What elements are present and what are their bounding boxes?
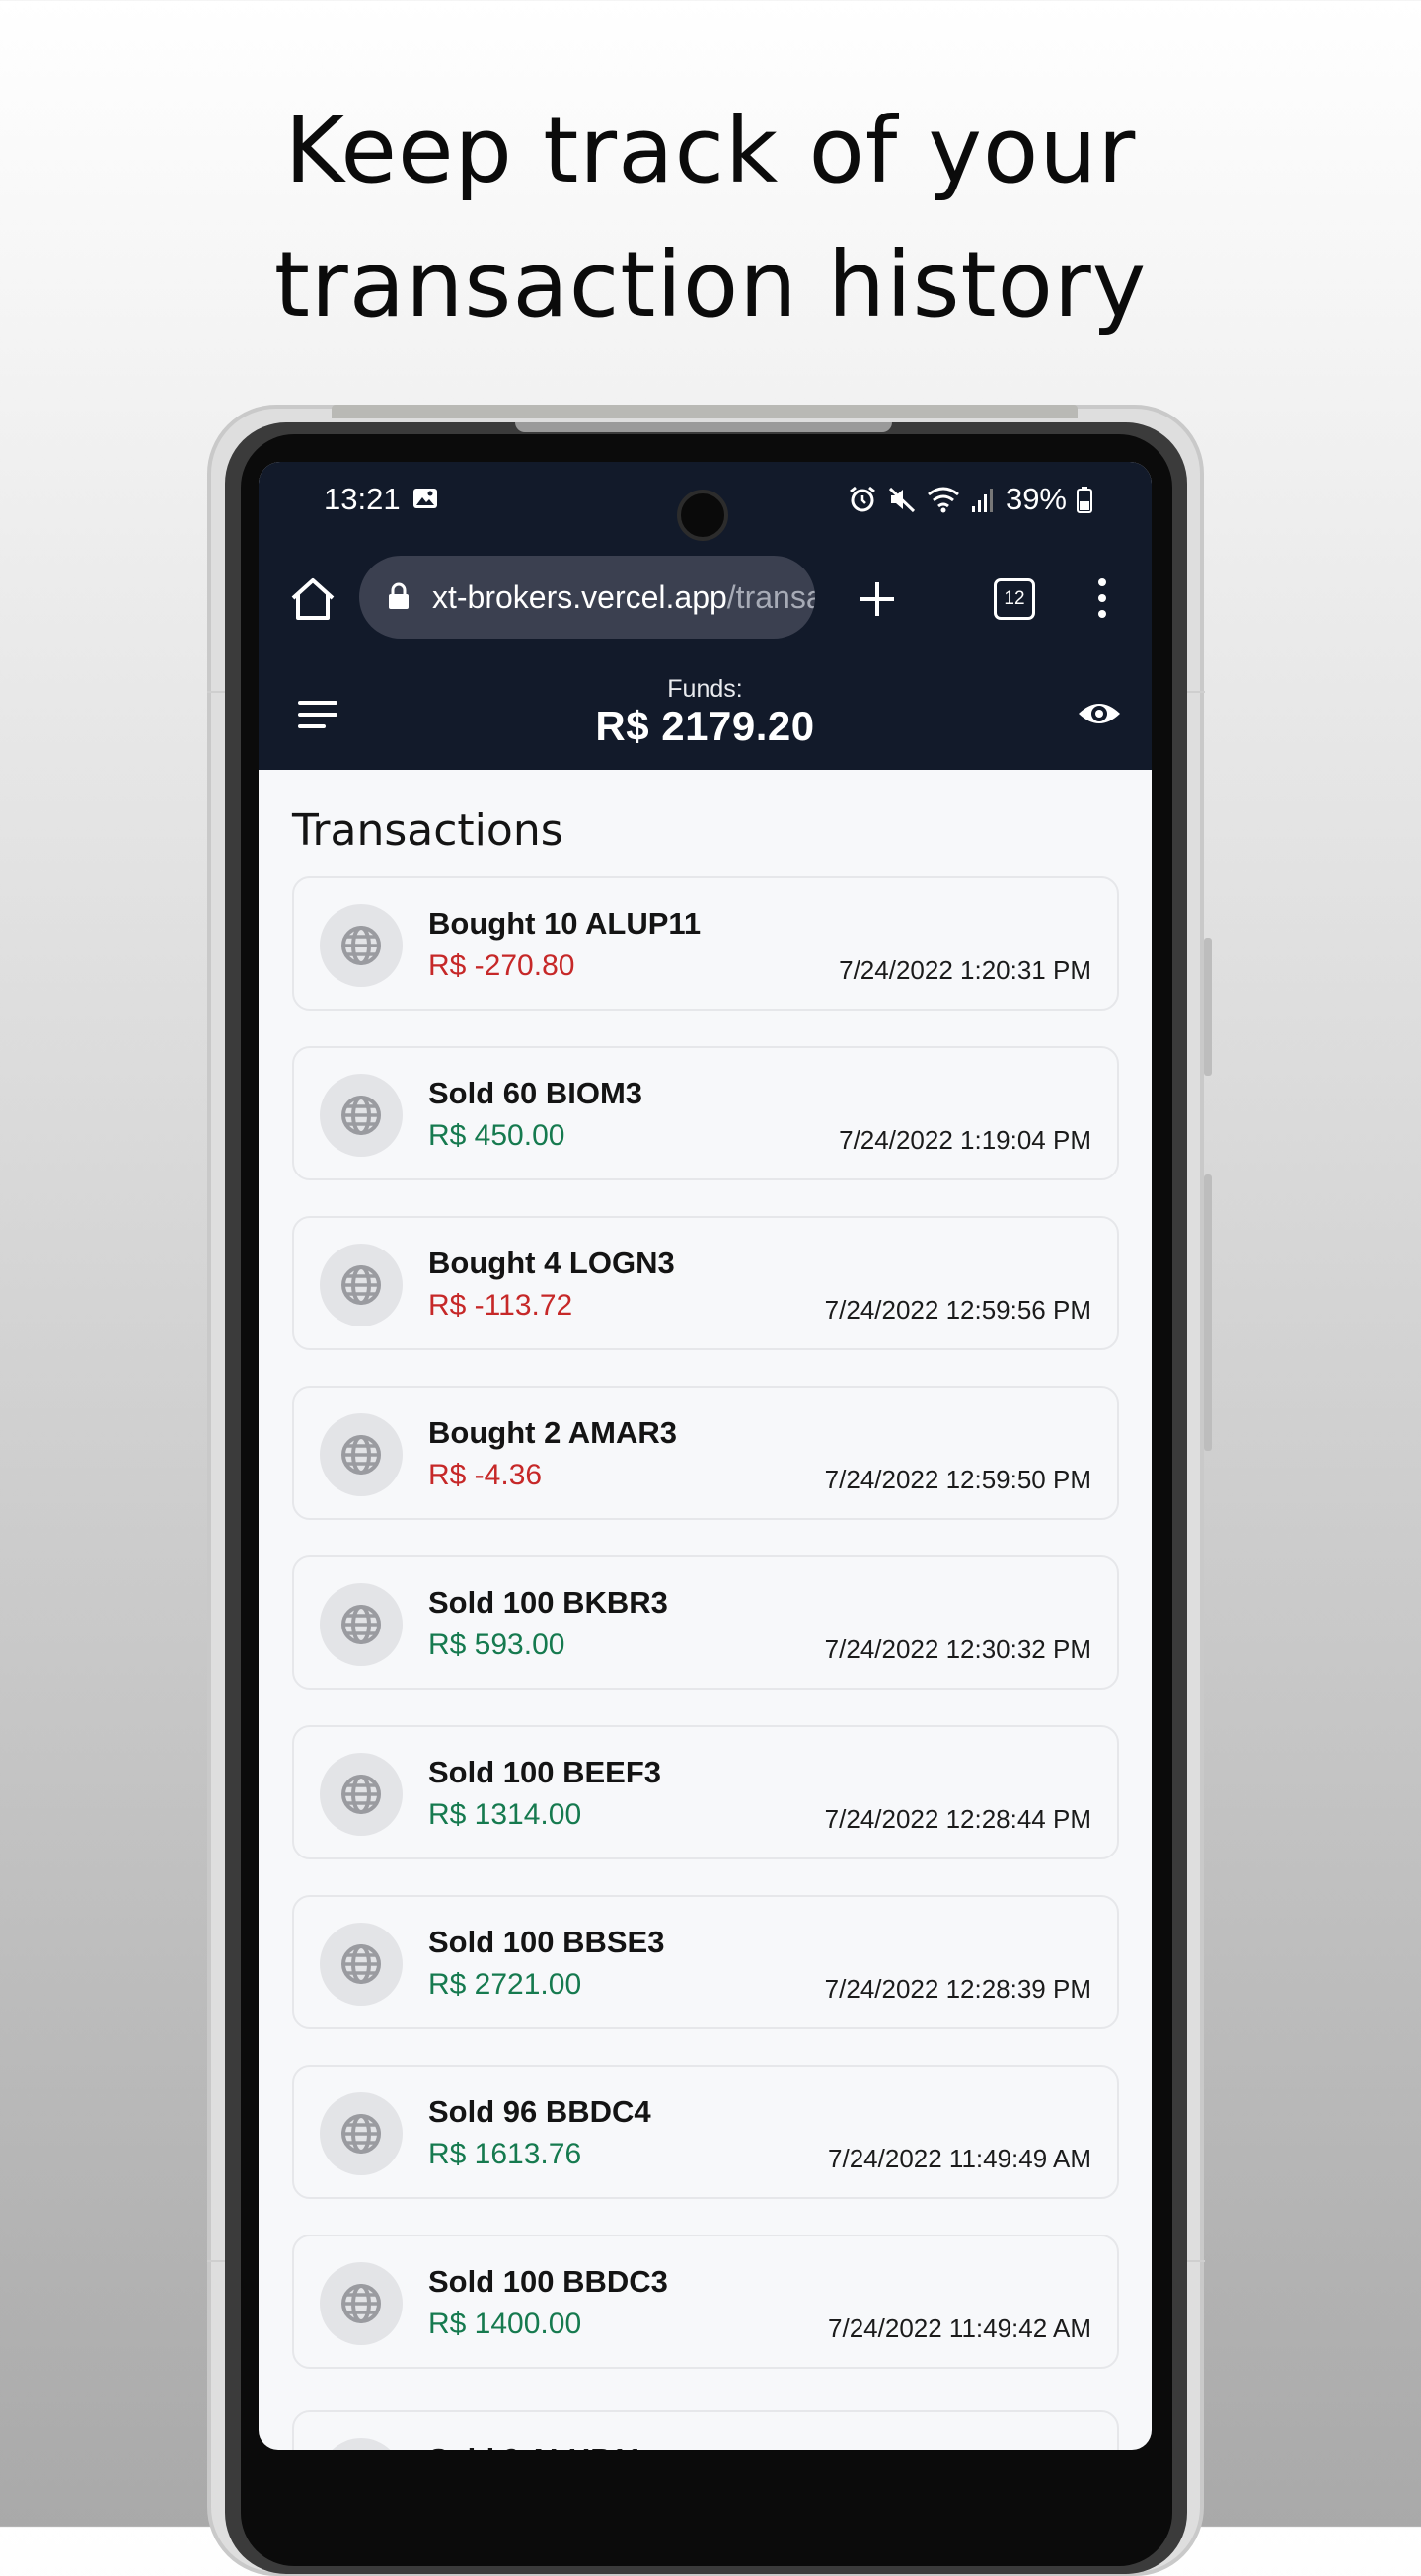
list-item-partial[interactable]: Sold 9 ALUP11	[292, 2410, 1119, 2450]
transaction-amount: R$ -270.80	[428, 949, 575, 982]
transaction-avatar	[320, 1244, 403, 1326]
headline-line-2: transaction history	[273, 232, 1148, 338]
tab-switcher-button[interactable]: 12	[994, 578, 1035, 620]
transaction-title: Sold 100 BEEF3	[428, 1755, 662, 1789]
transaction-card[interactable]: Sold 60 BIOM3 R$ 450.00 7/24/2022 1:19:0…	[292, 1046, 1119, 1180]
phone-screen: 13:21 39% xt-brokers.vercel.app/transa 1…	[259, 462, 1152, 2450]
transaction-card[interactable]: Sold 100 BKBR3 R$ 593.00 7/24/2022 12:30…	[292, 1555, 1119, 1690]
transaction-title: Sold 60 BIOM3	[428, 1076, 643, 1110]
globe-icon	[341, 1265, 381, 1305]
status-time: 13:21	[324, 482, 401, 516]
url-host: xt-brokers.vercel.app	[432, 579, 727, 615]
transaction-avatar	[320, 1074, 403, 1157]
address-bar[interactable]: xt-brokers.vercel.app/transa	[359, 556, 815, 639]
plus-icon[interactable]	[851, 572, 904, 626]
transaction-date: 7/24/2022 12:59:50 PM	[824, 1465, 1091, 1494]
transaction-title: Bought 2 AMAR3	[428, 1415, 677, 1450]
battery-percent: 39%	[1005, 482, 1067, 516]
frame-seam	[1187, 691, 1205, 693]
transaction-amount: R$ 1613.76	[428, 2138, 582, 2170]
transaction-amount: R$ 1400.00	[428, 2308, 582, 2340]
globe-icon	[341, 2114, 381, 2154]
transaction-avatar	[320, 904, 403, 987]
transaction-title: Sold 96 BBDC4	[428, 2094, 651, 2129]
mute-icon	[888, 487, 915, 513]
image-notification-icon	[413, 489, 437, 508]
transaction-amount: R$ 450.00	[428, 1119, 565, 1152]
transaction-date: 7/24/2022 1:19:04 PM	[839, 1125, 1091, 1155]
page-title: Transactions	[292, 805, 563, 856]
frame-seam	[207, 691, 225, 693]
funds-label: Funds:	[667, 675, 743, 703]
status-icons: 39%	[848, 482, 1092, 517]
transaction-date: 7/24/2022 11:49:42 AM	[828, 2313, 1091, 2343]
phone-earpiece	[515, 422, 892, 432]
transaction-amount: R$ 2721.00	[428, 1968, 582, 2001]
frame-seam	[1187, 2260, 1205, 2262]
transaction-avatar	[320, 2262, 403, 2345]
transaction-title: Bought 4 LOGN3	[428, 1246, 675, 1280]
transaction-title: Sold 100 BBSE3	[428, 1925, 665, 1959]
transaction-date: 7/24/2022 12:28:39 PM	[824, 1974, 1091, 2004]
home-icon[interactable]	[284, 572, 341, 626]
transaction-avatar	[320, 1583, 403, 1666]
transaction-avatar	[320, 1753, 403, 1836]
transaction-amount: R$ -4.36	[428, 1459, 543, 1491]
transaction-title: Sold 100 BKBR3	[428, 1585, 668, 1620]
transaction-avatar	[320, 1923, 403, 2006]
transaction-card[interactable]: Sold 96 BBDC4 R$ 1613.76 7/24/2022 11:49…	[292, 2065, 1119, 2199]
transaction-title: Bought 10 ALUP11	[428, 906, 702, 941]
transaction-avatar	[320, 1413, 403, 1496]
funds-value: R$ 2179.20	[595, 703, 815, 749]
transaction-avatar	[320, 2438, 403, 2450]
wifi-icon	[928, 487, 959, 513]
transaction-card[interactable]: Sold 100 BBSE3 R$ 2721.00 7/24/2022 12:2…	[292, 1895, 1119, 2029]
globe-icon	[341, 926, 381, 965]
transaction-date: 7/24/2022 11:49:49 AM	[828, 2144, 1091, 2173]
globe-icon	[341, 1605, 381, 1644]
transaction-title: Sold 100 BBDC3	[428, 2264, 668, 2299]
front-camera	[677, 490, 728, 541]
globe-icon	[341, 1944, 381, 1984]
transaction-amount: R$ 1314.00	[428, 1798, 582, 1831]
headline-line-1: Keep track of your	[284, 98, 1137, 203]
globe-icon	[341, 1096, 381, 1135]
transaction-card[interactable]: Sold 100 BBDC3 R$ 1400.00 7/24/2022 11:4…	[292, 2235, 1119, 2369]
phone-bottom-bezel	[259, 2450, 1152, 2509]
transaction-avatar	[320, 2092, 403, 2175]
battery-icon	[1077, 487, 1092, 513]
status-bar: 13:21 39%	[259, 462, 1152, 541]
transaction-date: 7/24/2022 12:59:56 PM	[824, 1295, 1091, 1325]
more-vert-icon[interactable]	[1087, 570, 1117, 626]
transaction-amount: R$ -113.72	[428, 1289, 573, 1322]
transaction-date: 7/24/2022 12:30:32 PM	[824, 1634, 1091, 1664]
alarm-icon	[850, 486, 875, 512]
url-path: /transa	[726, 579, 815, 615]
transaction-card[interactable]: Bought 10 ALUP11 R$ -270.80 7/24/2022 1:…	[292, 876, 1119, 1011]
transaction-date: 7/24/2022 12:28:44 PM	[824, 1804, 1091, 1834]
globe-icon	[341, 1775, 381, 1814]
signal-icon	[971, 489, 993, 512]
frame-seam	[207, 2260, 225, 2262]
eye-icon[interactable]	[1076, 694, 1123, 733]
transaction-title: Sold 9 ALUP11	[428, 2442, 643, 2450]
marketing-headline: Keep track of your transaction history	[0, 84, 1421, 352]
globe-icon	[341, 2284, 381, 2323]
transactions-list: Bought 10 ALUP11 R$ -270.80 7/24/2022 1:…	[292, 876, 1121, 2404]
transaction-card[interactable]: Bought 2 AMAR3 R$ -4.36 7/24/2022 12:59:…	[292, 1386, 1119, 1520]
transaction-amount: R$ 593.00	[428, 1629, 565, 1661]
power-button	[1204, 1174, 1212, 1451]
app-header: Funds: R$ 2179.20	[259, 657, 1152, 770]
transaction-card[interactable]: Sold 100 BEEF3 R$ 1314.00 7/24/2022 12:2…	[292, 1725, 1119, 1859]
volume-button	[1204, 938, 1212, 1076]
globe-icon	[341, 1435, 381, 1475]
browser-toolbar: xt-brokers.vercel.app/transa 12	[259, 541, 1152, 657]
transaction-card[interactable]: Bought 4 LOGN3 R$ -113.72 7/24/2022 12:5…	[292, 1216, 1119, 1350]
phone-top-edge	[332, 405, 1078, 418]
transaction-date: 7/24/2022 1:20:31 PM	[839, 955, 1091, 985]
lock-icon	[389, 582, 409, 609]
